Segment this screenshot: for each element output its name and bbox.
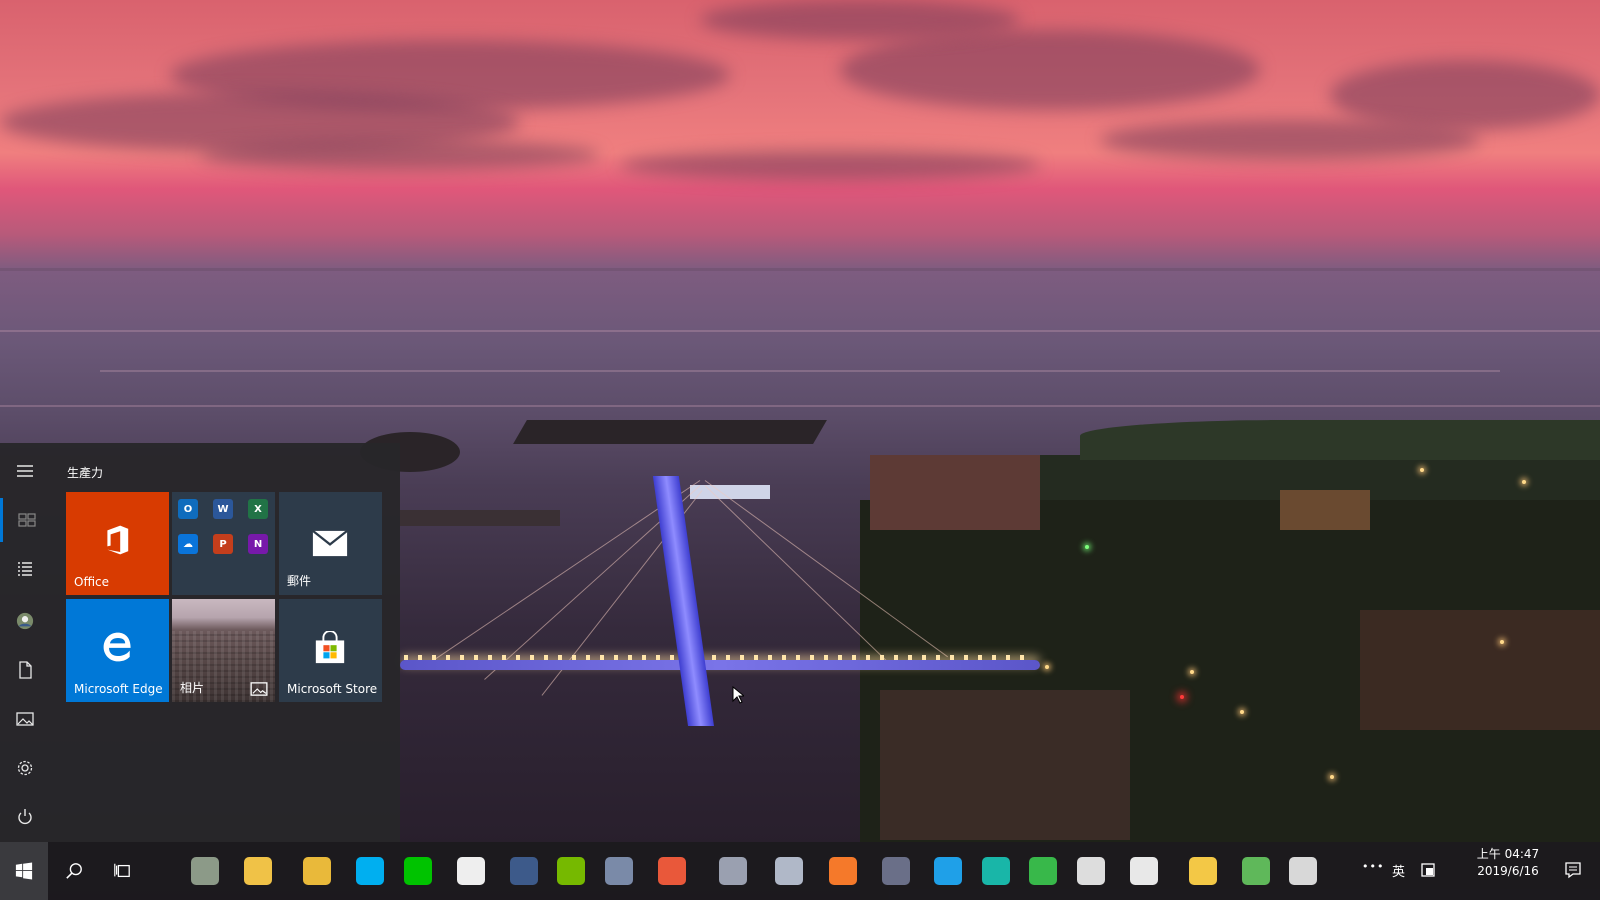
blender-taskbar-button[interactable]: [819, 842, 867, 900]
cube-app-taskbar-button[interactable]: [595, 842, 643, 900]
task-view-button[interactable]: [98, 842, 146, 900]
photos-icon: [250, 682, 268, 696]
cube-app-icon: [605, 857, 633, 885]
recycle-bin-icon: [191, 857, 219, 885]
ime-mode-icon[interactable]: [1421, 863, 1435, 877]
notes-app-icon: [1189, 857, 1217, 885]
hamburger-menu-icon[interactable]: [0, 449, 50, 493]
music-player-icon: [457, 857, 485, 885]
word-icon: W: [213, 499, 233, 519]
tile-office-label: Office: [74, 575, 110, 589]
start-menu: 生產力 Office O W X ☁ P N 郵件 Microsoft Edge…: [0, 443, 400, 842]
calculator-taskbar-button[interactable]: [1120, 842, 1168, 900]
ime-indicator[interactable]: 英: [1392, 861, 1405, 880]
powerpoint-icon: P: [213, 534, 233, 554]
tile-mail[interactable]: 郵件: [279, 492, 382, 595]
clock-date: 2019/6/16: [1477, 864, 1539, 878]
power-icon[interactable]: [0, 795, 50, 839]
home-app-taskbar-button[interactable]: [1019, 842, 1067, 900]
notes-app-taskbar-button[interactable]: [1179, 842, 1227, 900]
system-clock[interactable]: 上午 04:47 2019/6/16: [1460, 846, 1556, 880]
drop-app-taskbar-button[interactable]: [972, 842, 1020, 900]
steam-icon: [510, 857, 538, 885]
start-menu-rail: [0, 443, 50, 842]
piano-app-icon: [1077, 857, 1105, 885]
task-view-icon: [114, 863, 130, 878]
recycle-bin-taskbar-button[interactable]: [181, 842, 229, 900]
all-apps-list-icon[interactable]: [0, 547, 50, 591]
tile-photos-label: 相片: [180, 681, 205, 695]
tool-app-taskbar-button[interactable]: [1279, 842, 1327, 900]
music-player-taskbar-button[interactable]: [447, 842, 495, 900]
line-icon: [404, 857, 432, 885]
money-app-icon: [1242, 857, 1270, 885]
settings-gear-icon[interactable]: [0, 746, 50, 790]
tile-photos[interactable]: 相片: [172, 599, 275, 702]
photo-viewer-taskbar-button[interactable]: [648, 842, 696, 900]
chrome-taskbar-button[interactable]: [293, 842, 341, 900]
file-explorer-taskbar-button[interactable]: [234, 842, 282, 900]
mail-envelope-icon: [312, 530, 348, 557]
tool-app-icon: [1289, 857, 1317, 885]
ship-app-taskbar-button[interactable]: [765, 842, 813, 900]
tile-office[interactable]: Office: [66, 492, 169, 595]
video-editor-icon: [882, 857, 910, 885]
nvidia-taskbar-button[interactable]: [547, 842, 595, 900]
photo-viewer-icon: [658, 857, 686, 885]
windows-logo-icon: [15, 862, 33, 880]
line-taskbar-button[interactable]: [394, 842, 442, 900]
tile-store[interactable]: Microsoft Store: [279, 599, 382, 702]
edge-icon: [103, 632, 131, 662]
headphones-app-icon: [934, 857, 962, 885]
skype-icon: [356, 857, 384, 885]
tile-edge-label: Microsoft Edge: [74, 682, 163, 696]
blender-icon: [829, 857, 857, 885]
tiles-view-icon[interactable]: [0, 498, 50, 542]
drop-app-icon: [982, 857, 1010, 885]
cat-app-taskbar-button[interactable]: [709, 842, 757, 900]
start-button[interactable]: [0, 842, 48, 900]
calculator-icon: [1130, 857, 1158, 885]
video-editor-taskbar-button[interactable]: [872, 842, 920, 900]
steam-taskbar-button[interactable]: [500, 842, 548, 900]
clock-time: 上午 04:47: [1476, 847, 1540, 861]
file-explorer-icon: [244, 857, 272, 885]
outlook-icon: O: [178, 499, 198, 519]
chrome-icon: [303, 857, 331, 885]
tile-store-label: Microsoft Store: [287, 682, 378, 696]
office-icon: [107, 525, 129, 555]
taskbar: ••• 英 上午 04:47 2019/6/16: [0, 842, 1600, 900]
piano-app-taskbar-button[interactable]: [1067, 842, 1115, 900]
tile-group-title: 生產力: [67, 466, 104, 480]
tile-edge[interactable]: Microsoft Edge: [66, 599, 169, 702]
headphones-app-taskbar-button[interactable]: [924, 842, 972, 900]
documents-icon[interactable]: [0, 648, 50, 692]
user-avatar-icon[interactable]: [0, 599, 50, 643]
search-button[interactable]: [50, 842, 98, 900]
onedrive-icon: ☁: [178, 534, 198, 554]
store-bag-icon: [315, 631, 345, 664]
cat-app-icon: [719, 857, 747, 885]
excel-icon: X: [248, 499, 268, 519]
home-app-icon: [1029, 857, 1057, 885]
ship-app-icon: [775, 857, 803, 885]
nvidia-icon: [557, 857, 585, 885]
tile-office-apps[interactable]: O W X ☁ P N: [172, 492, 275, 595]
pictures-icon[interactable]: [0, 697, 50, 741]
skype-taskbar-button[interactable]: [346, 842, 394, 900]
search-icon: [66, 863, 82, 879]
tile-mail-label: 郵件: [287, 574, 312, 588]
tray-overflow-icon[interactable]: •••: [1362, 860, 1384, 873]
mouse-cursor-icon: [732, 686, 744, 704]
onenote-icon: N: [248, 534, 268, 554]
money-app-taskbar-button[interactable]: [1232, 842, 1280, 900]
action-center-icon[interactable]: [1564, 861, 1582, 879]
